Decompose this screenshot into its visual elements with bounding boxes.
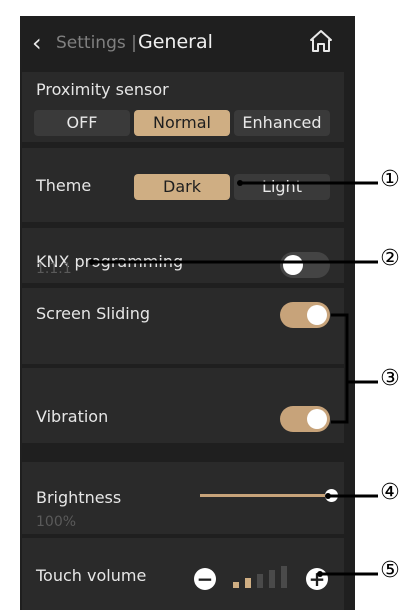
- leader-dot-1: [237, 180, 243, 186]
- callout-3: ③: [380, 366, 400, 391]
- callout-5: ⑤: [380, 558, 400, 583]
- leader-dot-2: [89, 259, 95, 265]
- leader-dot-5: [317, 571, 323, 577]
- callout-2: ②: [380, 246, 400, 271]
- leader-bracket-3: [331, 313, 349, 424]
- callout-4: ④: [380, 480, 400, 505]
- leader-dot-4: [325, 493, 331, 499]
- callout-1: ①: [380, 167, 400, 192]
- callout-leaders: [89, 180, 378, 577]
